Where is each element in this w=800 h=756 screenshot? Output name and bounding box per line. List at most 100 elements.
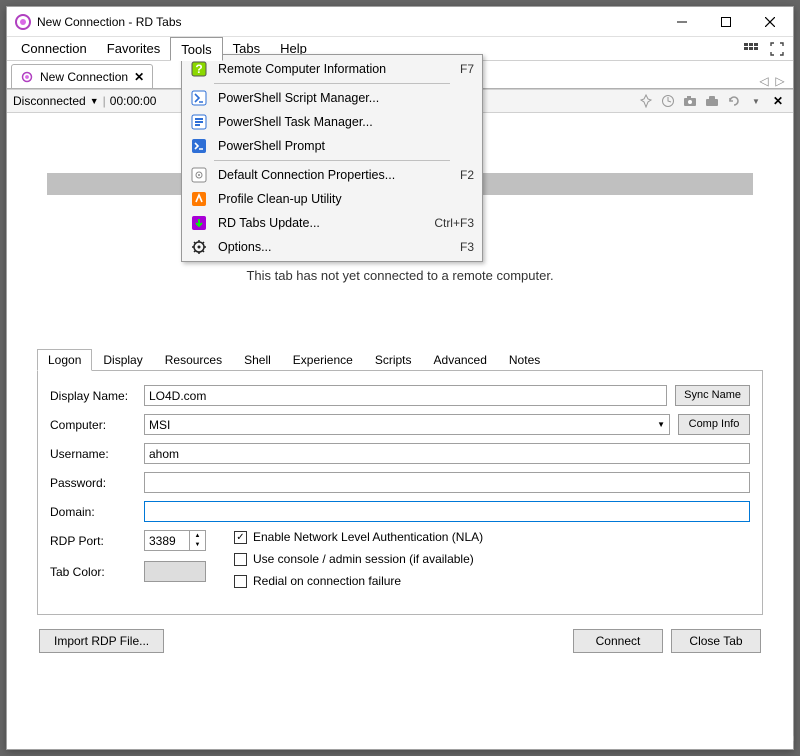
- settings-panel: Logon Display Resources Shell Experience…: [37, 348, 763, 653]
- import-rdp-button[interactable]: Import RDP File...: [39, 629, 164, 653]
- cleanup-icon: [190, 190, 208, 208]
- not-connected-message: This tab has not yet connected to a remo…: [7, 268, 793, 283]
- menu-chevron-icon[interactable]: ▼: [747, 92, 765, 110]
- sync-name-button[interactable]: Sync Name: [675, 385, 750, 406]
- comp-info-button[interactable]: Comp Info: [678, 414, 750, 435]
- tab-color-label: Tab Color:: [50, 565, 136, 579]
- app-icon: [15, 14, 31, 30]
- rdp-port-spinner[interactable]: ▲ ▼: [144, 530, 206, 551]
- menu-item-powershell-script-manager[interactable]: PowerShell Script Manager...: [184, 86, 480, 110]
- maximize-button[interactable]: [713, 12, 739, 32]
- menu-item-label: Options...: [218, 240, 450, 254]
- menu-shortcut: Ctrl+F3: [434, 216, 474, 230]
- username-input[interactable]: [144, 443, 750, 464]
- menu-favorites[interactable]: Favorites: [97, 37, 170, 60]
- menu-separator: [214, 83, 450, 84]
- tools-dropdown: ? Remote Computer Information F7 PowerShell…: [181, 54, 483, 262]
- tab-experience[interactable]: Experience: [282, 349, 364, 371]
- tab-resources[interactable]: Resources: [154, 349, 233, 371]
- options-icon: [190, 238, 208, 256]
- tab-next-icon[interactable]: ▷: [773, 74, 787, 88]
- fullscreen-icon[interactable]: [769, 42, 785, 56]
- toolbar-close-icon[interactable]: ✕: [769, 92, 787, 110]
- window-title: New Connection - RD Tabs: [37, 15, 669, 29]
- computer-label: Computer:: [50, 418, 136, 432]
- rdp-port-input[interactable]: [145, 534, 189, 548]
- connection-timer: 00:00:00: [110, 94, 157, 108]
- connection-state: Disconnected: [13, 94, 86, 108]
- camera-icon[interactable]: [681, 92, 699, 110]
- menu-item-label: PowerShell Script Manager...: [218, 91, 474, 105]
- minimize-button[interactable]: [669, 12, 695, 32]
- password-input[interactable]: [144, 472, 750, 493]
- tab-advanced[interactable]: Advanced: [423, 349, 498, 371]
- titlebar: New Connection - RD Tabs: [7, 7, 793, 37]
- redial-checkbox[interactable]: [234, 575, 247, 588]
- properties-icon: [190, 166, 208, 184]
- console-label: Use console / admin session (if availabl…: [253, 552, 474, 566]
- tab-close-icon[interactable]: ✕: [134, 70, 144, 84]
- tab-app-icon: [20, 70, 34, 84]
- redo-icon[interactable]: [725, 92, 743, 110]
- domain-input[interactable]: [144, 501, 750, 522]
- domain-label: Domain:: [50, 505, 136, 519]
- menu-item-powershell-prompt[interactable]: PowerShell Prompt: [184, 134, 480, 158]
- display-name-input[interactable]: [144, 385, 667, 406]
- state-chevron-icon[interactable]: ▼: [90, 96, 99, 106]
- clock-icon[interactable]: [659, 92, 677, 110]
- close-button[interactable]: [757, 12, 783, 32]
- menu-separator: [214, 160, 450, 161]
- menu-item-profile-clean-up-utility[interactable]: Profile Clean-up Utility: [184, 187, 480, 211]
- menu-shortcut: F3: [460, 240, 474, 254]
- spin-up-icon[interactable]: ▲: [190, 531, 205, 541]
- tab-prev-icon[interactable]: ◁: [757, 74, 771, 88]
- document-tab-label: New Connection: [40, 70, 128, 84]
- tab-logon[interactable]: Logon: [37, 349, 92, 371]
- close-tab-button[interactable]: Close Tab: [671, 629, 761, 653]
- pin-icon[interactable]: [637, 92, 655, 110]
- settings-tabs: Logon Display Resources Shell Experience…: [37, 348, 763, 371]
- computer-value: MSI: [149, 418, 170, 432]
- menu-shortcut: F7: [460, 62, 474, 76]
- thumbnails-icon[interactable]: [743, 42, 759, 56]
- menu-item-label: Default Connection Properties...: [218, 168, 450, 182]
- menu-connection[interactable]: Connection: [11, 37, 97, 60]
- computer-combo[interactable]: MSI ▼: [144, 414, 670, 435]
- menu-item-label: RD Tabs Update...: [218, 216, 424, 230]
- update-icon: [190, 214, 208, 232]
- nla-label: Enable Network Level Authentication (NLA…: [253, 530, 483, 544]
- svg-text:?: ?: [195, 62, 202, 76]
- menu-shortcut: F2: [460, 168, 474, 182]
- ps-prompt-icon: [190, 137, 208, 155]
- menu-item-powershell-task-manager[interactable]: PowerShell Task Manager...: [184, 110, 480, 134]
- menu-item-remote-computer-information[interactable]: ? Remote Computer Information F7: [184, 57, 480, 81]
- tab-color-swatch[interactable]: [144, 561, 206, 582]
- spin-down-icon[interactable]: ▼: [190, 541, 205, 551]
- menu-item-default-connection-properties[interactable]: Default Connection Properties... F2: [184, 163, 480, 187]
- connect-button[interactable]: Connect: [573, 629, 663, 653]
- tab-scripts[interactable]: Scripts: [364, 349, 423, 371]
- watermark-icon: ⬇: [711, 726, 733, 748]
- display-name-label: Display Name:: [50, 389, 136, 403]
- watermark: ⬇ LO4D.com: [711, 726, 794, 748]
- document-tab[interactable]: New Connection ✕: [11, 64, 153, 88]
- menu-item-label: Remote Computer Information: [218, 62, 450, 76]
- password-label: Password:: [50, 476, 136, 490]
- tab-notes[interactable]: Notes: [498, 349, 551, 371]
- question-icon: ?: [190, 60, 208, 78]
- rdp-port-label: RDP Port:: [50, 534, 136, 548]
- menu-item-label: PowerShell Prompt: [218, 139, 474, 153]
- toolbox-icon[interactable]: [703, 92, 721, 110]
- tab-shell[interactable]: Shell: [233, 349, 282, 371]
- nla-checkbox[interactable]: ✓: [234, 531, 247, 544]
- ps-task-icon: [190, 113, 208, 131]
- console-checkbox[interactable]: [234, 553, 247, 566]
- ps-icon: [190, 89, 208, 107]
- menu-item-rd-tabs-update[interactable]: RD Tabs Update... Ctrl+F3: [184, 211, 480, 235]
- menu-item-label: Profile Clean-up Utility: [218, 192, 474, 206]
- menu-item-options[interactable]: Options... F3: [184, 235, 480, 259]
- username-label: Username:: [50, 447, 136, 461]
- tab-display[interactable]: Display: [92, 349, 153, 371]
- chevron-down-icon: ▼: [657, 420, 665, 429]
- menu-tools[interactable]: Tools: [170, 37, 222, 61]
